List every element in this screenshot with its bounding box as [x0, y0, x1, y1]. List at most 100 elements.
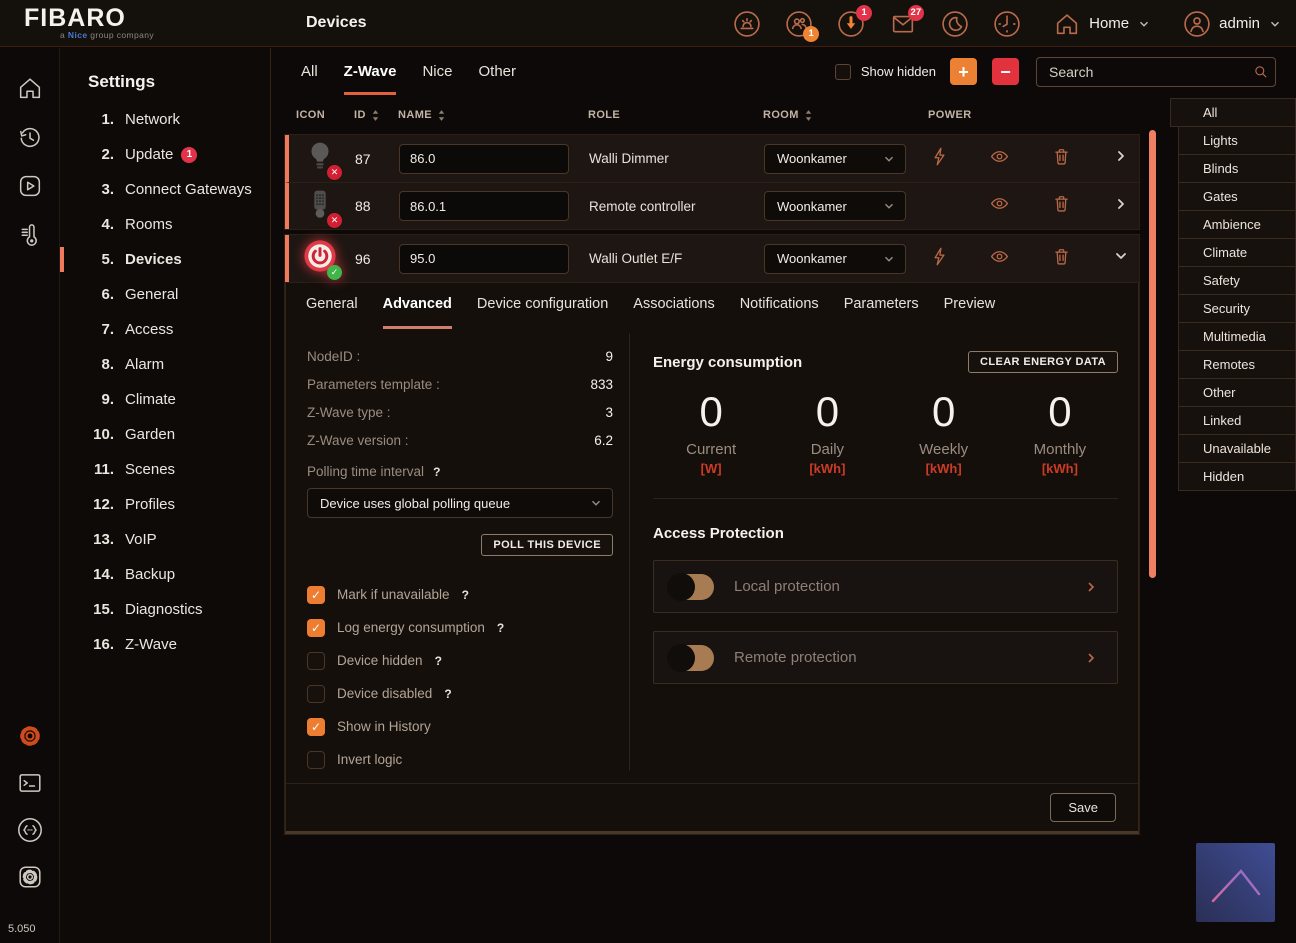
column-header-room[interactable]: ROOM: [763, 109, 928, 122]
category-safety[interactable]: Safety: [1178, 266, 1296, 295]
rail-settings-icon[interactable]: [16, 722, 44, 750]
visibility-eye-icon[interactable]: [989, 154, 1010, 171]
category-hidden[interactable]: Hidden: [1178, 462, 1296, 491]
settings-item-update[interactable]: 2. Update 1: [60, 137, 270, 172]
help-icon[interactable]: ?: [462, 588, 469, 602]
checkbox-invert-logic[interactable]: [307, 751, 325, 769]
device-name-input[interactable]: [399, 191, 569, 221]
protection-remote-protection[interactable]: Remote protection: [653, 631, 1118, 684]
main-scrollbar[interactable]: [1149, 130, 1156, 578]
remove-device-button[interactable]: −: [992, 58, 1019, 85]
settings-item-general[interactable]: 6. General: [60, 277, 270, 312]
visibility-eye-icon[interactable]: [989, 201, 1010, 218]
settings-item-rooms[interactable]: 4. Rooms: [60, 207, 270, 242]
category-multimedia[interactable]: Multimedia: [1178, 322, 1296, 351]
collapse-chevron-down-icon[interactable]: [1113, 251, 1129, 268]
users-icon[interactable]: 1: [785, 10, 813, 38]
delete-trash-icon[interactable]: [1051, 254, 1072, 271]
category-security[interactable]: Security: [1178, 294, 1296, 323]
power-bolt-icon[interactable]: [929, 254, 950, 271]
device-name-input[interactable]: [399, 244, 569, 274]
column-header-name[interactable]: NAME: [398, 109, 588, 122]
clear-energy-button[interactable]: CLEAR ENERGY DATA: [968, 351, 1118, 373]
filter-tab-all[interactable]: All: [301, 48, 318, 95]
search-input[interactable]: [1036, 57, 1276, 87]
category-unavailable[interactable]: Unavailable: [1178, 434, 1296, 463]
settings-item-backup[interactable]: 14. Backup: [60, 557, 270, 592]
checkbox-device-hidden[interactable]: [307, 652, 325, 670]
sort-icon[interactable]: [371, 109, 380, 122]
toggle-switch-off[interactable]: [668, 645, 714, 671]
sort-icon[interactable]: [804, 109, 813, 122]
sort-icon[interactable]: [437, 109, 446, 122]
rail-service-icon[interactable]: [16, 863, 44, 891]
night-mode-icon[interactable]: [941, 10, 969, 38]
device-name-input[interactable]: [399, 144, 569, 174]
room-select[interactable]: Woonkamer: [764, 244, 906, 274]
user-menu[interactable]: admin: [1183, 10, 1282, 38]
settings-item-scenes[interactable]: 11. Scenes: [60, 452, 270, 487]
settings-item-garden[interactable]: 10. Garden: [60, 417, 270, 452]
home-center-tile[interactable]: [1196, 843, 1275, 922]
checkbox-mark-if-unavailable[interactable]: [307, 586, 325, 604]
settings-item-voip[interactable]: 13. VoIP: [60, 522, 270, 557]
filter-tab-z-wave[interactable]: Z-Wave: [344, 48, 397, 95]
settings-item-connect-gateways[interactable]: 3. Connect Gateways: [60, 172, 270, 207]
rail-api-icon[interactable]: [16, 816, 44, 844]
mail-icon[interactable]: 27: [889, 10, 917, 38]
rail-scenes-icon[interactable]: [16, 172, 44, 200]
settings-item-z-wave[interactable]: 16. Z-Wave: [60, 627, 270, 662]
visibility-eye-icon[interactable]: [989, 254, 1010, 271]
category-climate[interactable]: Climate: [1178, 238, 1296, 267]
power-bolt-icon[interactable]: [929, 154, 950, 171]
help-icon[interactable]: ?: [435, 654, 442, 668]
rail-climate-icon[interactable]: [16, 221, 44, 249]
checkbox-device-disabled[interactable]: [307, 685, 325, 703]
settings-item-devices[interactable]: 5. Devices: [60, 242, 270, 277]
delete-trash-icon[interactable]: [1051, 154, 1072, 171]
rail-history-icon[interactable]: [16, 123, 44, 151]
filter-tab-nice[interactable]: Nice: [422, 48, 452, 95]
save-button[interactable]: Save: [1050, 793, 1116, 822]
alarm-siren-icon[interactable]: [733, 10, 761, 38]
search-icon[interactable]: [1252, 63, 1269, 80]
panel-tab-general[interactable]: General: [306, 296, 358, 329]
download-icon[interactable]: 1: [837, 10, 865, 38]
help-icon[interactable]: ?: [433, 465, 440, 479]
help-icon[interactable]: ?: [444, 687, 451, 701]
clock-icon[interactable]: [993, 10, 1021, 38]
panel-tab-preview[interactable]: Preview: [944, 296, 996, 329]
category-lights[interactable]: Lights: [1178, 126, 1296, 155]
category-ambience[interactable]: Ambience: [1178, 210, 1296, 239]
panel-tab-notifications[interactable]: Notifications: [740, 296, 819, 329]
panel-tab-device-configuration[interactable]: Device configuration: [477, 296, 608, 329]
filter-tab-other[interactable]: Other: [478, 48, 516, 95]
panel-tab-parameters[interactable]: Parameters: [844, 296, 919, 329]
checkbox-show-in-history[interactable]: [307, 718, 325, 736]
checkbox-log-energy-consumption[interactable]: [307, 619, 325, 637]
show-hidden-toggle[interactable]: Show hidden: [835, 64, 936, 80]
settings-item-climate[interactable]: 9. Climate: [60, 382, 270, 417]
add-device-button[interactable]: +: [950, 58, 977, 85]
room-select[interactable]: Woonkamer: [764, 191, 906, 221]
category-blinds[interactable]: Blinds: [1178, 154, 1296, 183]
settings-item-diagnostics[interactable]: 15. Diagnostics: [60, 592, 270, 627]
category-all[interactable]: All: [1170, 98, 1296, 127]
protection-local-protection[interactable]: Local protection: [653, 560, 1118, 613]
settings-item-alarm[interactable]: 8. Alarm: [60, 347, 270, 382]
poll-device-button[interactable]: POLL THIS DEVICE: [481, 534, 613, 556]
show-hidden-checkbox[interactable]: [835, 64, 851, 80]
settings-item-access[interactable]: 7. Access: [60, 312, 270, 347]
rail-home-icon[interactable]: [16, 74, 44, 102]
category-other[interactable]: Other: [1178, 378, 1296, 407]
category-gates[interactable]: Gates: [1178, 182, 1296, 211]
expand-chevron-right-icon[interactable]: [1113, 151, 1129, 168]
help-icon[interactable]: ?: [497, 621, 504, 635]
panel-tab-advanced[interactable]: Advanced: [383, 296, 452, 329]
home-selector[interactable]: Home: [1053, 10, 1151, 38]
polling-mode-select[interactable]: Device uses global polling queue: [307, 488, 613, 518]
category-linked[interactable]: Linked: [1178, 406, 1296, 435]
settings-item-profiles[interactable]: 12. Profiles: [60, 487, 270, 522]
expand-chevron-right-icon[interactable]: [1113, 199, 1129, 216]
room-select[interactable]: Woonkamer: [764, 144, 906, 174]
